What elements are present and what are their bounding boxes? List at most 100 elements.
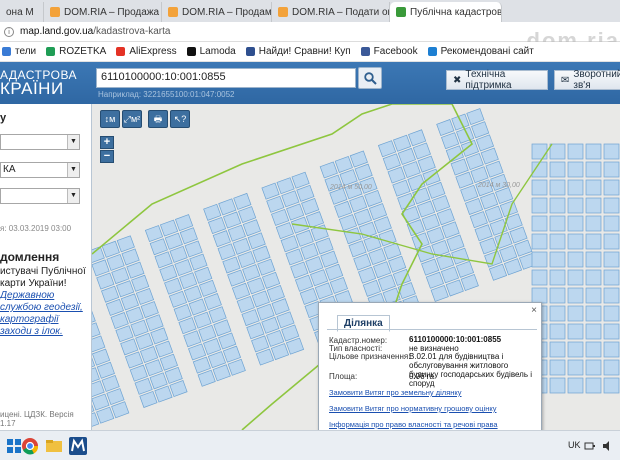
parcel[interactable] xyxy=(471,121,490,139)
parcel[interactable] xyxy=(325,263,344,281)
parcel[interactable] xyxy=(149,372,168,390)
url-text[interactable]: map.land.gov.ua/kadastrova-karta xyxy=(20,26,170,37)
cadastral-search-input[interactable]: 6110100000:10:001:0855 xyxy=(96,68,356,88)
parcel[interactable] xyxy=(261,271,281,289)
parcel[interactable] xyxy=(364,189,383,207)
parcel[interactable] xyxy=(441,132,460,150)
parcel[interactable] xyxy=(115,325,134,343)
parcel[interactable] xyxy=(281,324,300,342)
parcel[interactable] xyxy=(585,305,602,322)
parcel[interactable] xyxy=(567,161,584,178)
parcel[interactable] xyxy=(603,287,620,304)
parcel[interactable] xyxy=(251,335,270,353)
print-button[interactable]: 🖶 xyxy=(148,110,168,128)
parcel[interactable] xyxy=(271,208,290,226)
parcel[interactable] xyxy=(159,353,178,371)
parcel[interactable] xyxy=(480,147,499,165)
parcel[interactable] xyxy=(603,161,620,178)
parcel[interactable] xyxy=(126,261,145,279)
parcel[interactable] xyxy=(353,208,373,226)
parcel[interactable] xyxy=(92,380,105,398)
parcel[interactable] xyxy=(212,364,231,382)
parcel[interactable] xyxy=(363,234,382,252)
parcel[interactable] xyxy=(397,282,416,300)
parcel[interactable] xyxy=(232,237,251,255)
parcel[interactable] xyxy=(96,361,115,379)
parcel[interactable] xyxy=(212,230,231,248)
parcel[interactable] xyxy=(567,287,584,304)
parcel[interactable] xyxy=(603,323,620,340)
parcel[interactable] xyxy=(479,192,499,210)
parcel[interactable] xyxy=(362,279,381,297)
parcel[interactable] xyxy=(111,401,130,419)
parcel[interactable] xyxy=(169,245,188,263)
parcel[interactable] xyxy=(281,190,300,208)
parcel[interactable] xyxy=(305,211,325,229)
bookmark[interactable]: Рекомендовані сайт xyxy=(427,46,534,57)
parcel[interactable] xyxy=(353,253,372,271)
parcel[interactable] xyxy=(549,251,566,268)
parcel[interactable] xyxy=(116,280,135,298)
parcel[interactable] xyxy=(440,266,460,284)
parcel[interactable] xyxy=(159,264,178,282)
parcel[interactable] xyxy=(567,377,584,394)
parcel[interactable] xyxy=(549,305,566,322)
parcel[interactable] xyxy=(585,341,602,358)
info-icon[interactable]: i xyxy=(4,26,14,37)
parcel[interactable] xyxy=(315,237,334,255)
bookmark[interactable]: Facebook xyxy=(360,46,418,57)
browser-tab[interactable]: DOM.RIA – Продажа нед × xyxy=(44,2,162,22)
parcel[interactable] xyxy=(585,359,602,376)
parcel[interactable] xyxy=(585,251,602,268)
parcel[interactable] xyxy=(178,317,197,335)
parcel[interactable] xyxy=(174,214,194,232)
parcel[interactable] xyxy=(499,245,518,263)
parcel[interactable] xyxy=(227,358,246,376)
parcel[interactable] xyxy=(96,272,115,290)
parcel[interactable] xyxy=(329,276,348,294)
parcel[interactable] xyxy=(549,287,566,304)
parcel[interactable] xyxy=(120,338,139,356)
parcel[interactable] xyxy=(261,182,280,200)
parcel[interactable] xyxy=(92,393,110,411)
parcel[interactable] xyxy=(296,184,315,202)
parcel[interactable] xyxy=(233,192,252,210)
parcel[interactable] xyxy=(567,251,584,268)
bookmark[interactable]: ROZETKA xyxy=(46,46,106,57)
parcel[interactable] xyxy=(193,311,212,329)
parcel[interactable] xyxy=(484,205,503,223)
parcel[interactable] xyxy=(460,184,479,202)
parcel[interactable] xyxy=(236,295,255,313)
parcel[interactable] xyxy=(183,285,203,303)
parcel[interactable] xyxy=(388,255,407,273)
parcel[interactable] xyxy=(129,364,148,382)
parcel[interactable] xyxy=(198,279,218,297)
parcel[interactable] xyxy=(334,200,353,218)
parcel[interactable] xyxy=(549,269,566,286)
parcel[interactable] xyxy=(485,160,504,178)
parcel[interactable] xyxy=(585,143,602,160)
parcel[interactable] xyxy=(227,269,246,287)
parcel[interactable] xyxy=(218,332,237,350)
app-icon[interactable] xyxy=(68,436,88,456)
parcel[interactable] xyxy=(475,134,495,152)
parcel[interactable] xyxy=(531,197,548,214)
parcel[interactable] xyxy=(290,261,309,279)
parcel[interactable] xyxy=(549,359,566,376)
parcel[interactable] xyxy=(603,377,620,394)
parcel[interactable] xyxy=(567,341,584,358)
parcel[interactable] xyxy=(358,266,377,284)
parcel[interactable] xyxy=(427,181,446,199)
parcel[interactable] xyxy=(549,179,566,196)
parcel[interactable] xyxy=(192,356,211,374)
parcel[interactable] xyxy=(149,238,168,256)
parcel[interactable] xyxy=(549,215,566,232)
parcel[interactable] xyxy=(531,233,548,250)
parcel[interactable] xyxy=(421,258,440,276)
parcel[interactable] xyxy=(179,227,198,245)
parcel[interactable] xyxy=(111,267,130,285)
parcel[interactable] xyxy=(549,233,566,250)
parcel[interactable] xyxy=(585,269,602,286)
ownership-info-link[interactable]: Інформація про право власності та речові… xyxy=(329,420,498,429)
parcel[interactable] xyxy=(393,134,412,152)
